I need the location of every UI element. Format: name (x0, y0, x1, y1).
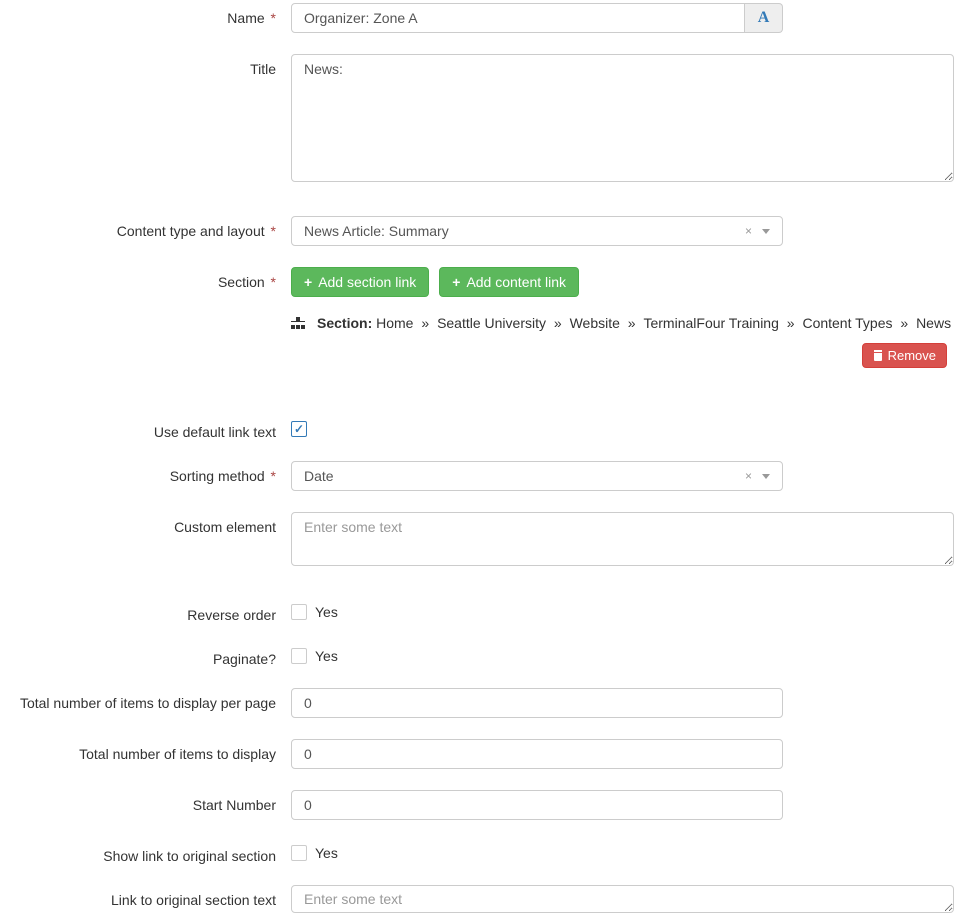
required-asterisk: * (267, 10, 276, 26)
sorting-value: Date (304, 468, 334, 484)
reverse-order-label: Reverse order (0, 600, 291, 623)
per-page-label: Total number of items to display per pag… (0, 688, 291, 711)
breadcrumb-item: Content Types (802, 315, 892, 331)
orig-link-text-textarea[interactable] (291, 885, 954, 913)
required-asterisk: * (267, 223, 276, 239)
orig-link-text-label: Link to original section text (0, 885, 291, 908)
required-asterisk: * (267, 274, 276, 290)
plus-icon (304, 274, 312, 290)
reverse-order-checkbox[interactable] (291, 604, 307, 620)
breadcrumb-item: TerminalFour Training (643, 315, 778, 331)
breadcrumb-separator: » (892, 315, 916, 331)
breadcrumb-item: Seattle University (437, 315, 546, 331)
clear-icon[interactable]: × (745, 469, 752, 483)
content-type-value: News Article: Summary (304, 223, 449, 239)
paginate-label: Paginate? (0, 644, 291, 667)
breadcrumb-separator: » (779, 315, 803, 331)
required-asterisk: * (267, 468, 276, 484)
sorting-select[interactable]: Date × (291, 461, 783, 491)
remove-button[interactable]: Remove (862, 343, 947, 368)
breadcrumb-separator: » (413, 315, 437, 331)
chevron-down-icon (762, 229, 770, 234)
section-label: Section * (0, 267, 291, 290)
font-icon[interactable]: A (745, 3, 783, 33)
start-number-input[interactable] (291, 790, 783, 820)
start-number-label: Start Number (0, 790, 291, 813)
content-type-select[interactable]: News Article: Summary × (291, 216, 783, 246)
sitemap-icon (291, 317, 305, 329)
title-textarea[interactable] (291, 54, 954, 182)
breadcrumb: Section: Home » Seattle University » Web… (317, 315, 951, 331)
breadcrumb-item: News (916, 315, 951, 331)
total-items-input[interactable] (291, 739, 783, 769)
breadcrumb-separator: » (546, 315, 570, 331)
breadcrumb-separator: » (620, 315, 644, 331)
clear-icon[interactable]: × (745, 224, 752, 238)
show-orig-link-label: Show link to original section (0, 841, 291, 864)
chevron-down-icon (762, 474, 770, 479)
total-items-label: Total number of items to display (0, 739, 291, 762)
paginate-option: Yes (315, 648, 338, 664)
show-orig-link-checkbox[interactable] (291, 845, 307, 861)
plus-icon (452, 274, 460, 290)
breadcrumb-item: Home (376, 315, 413, 331)
name-label: Name * (0, 3, 291, 26)
name-input[interactable] (291, 3, 745, 33)
add-content-link-button[interactable]: Add content link (439, 267, 579, 297)
use-default-link-checkbox[interactable] (291, 421, 307, 437)
breadcrumb-item: Website (570, 315, 620, 331)
content-type-label: Content type and layout * (0, 216, 291, 239)
custom-element-textarea[interactable] (291, 512, 954, 566)
paginate-checkbox[interactable] (291, 648, 307, 664)
reverse-order-option: Yes (315, 604, 338, 620)
trash-icon (873, 350, 883, 361)
custom-element-label: Custom element (0, 512, 291, 535)
use-default-link-label: Use default link text (0, 417, 291, 440)
sorting-label: Sorting method * (0, 461, 291, 484)
add-section-link-button[interactable]: Add section link (291, 267, 429, 297)
title-label: Title (0, 54, 291, 77)
show-orig-link-option: Yes (315, 845, 338, 861)
per-page-input[interactable] (291, 688, 783, 718)
